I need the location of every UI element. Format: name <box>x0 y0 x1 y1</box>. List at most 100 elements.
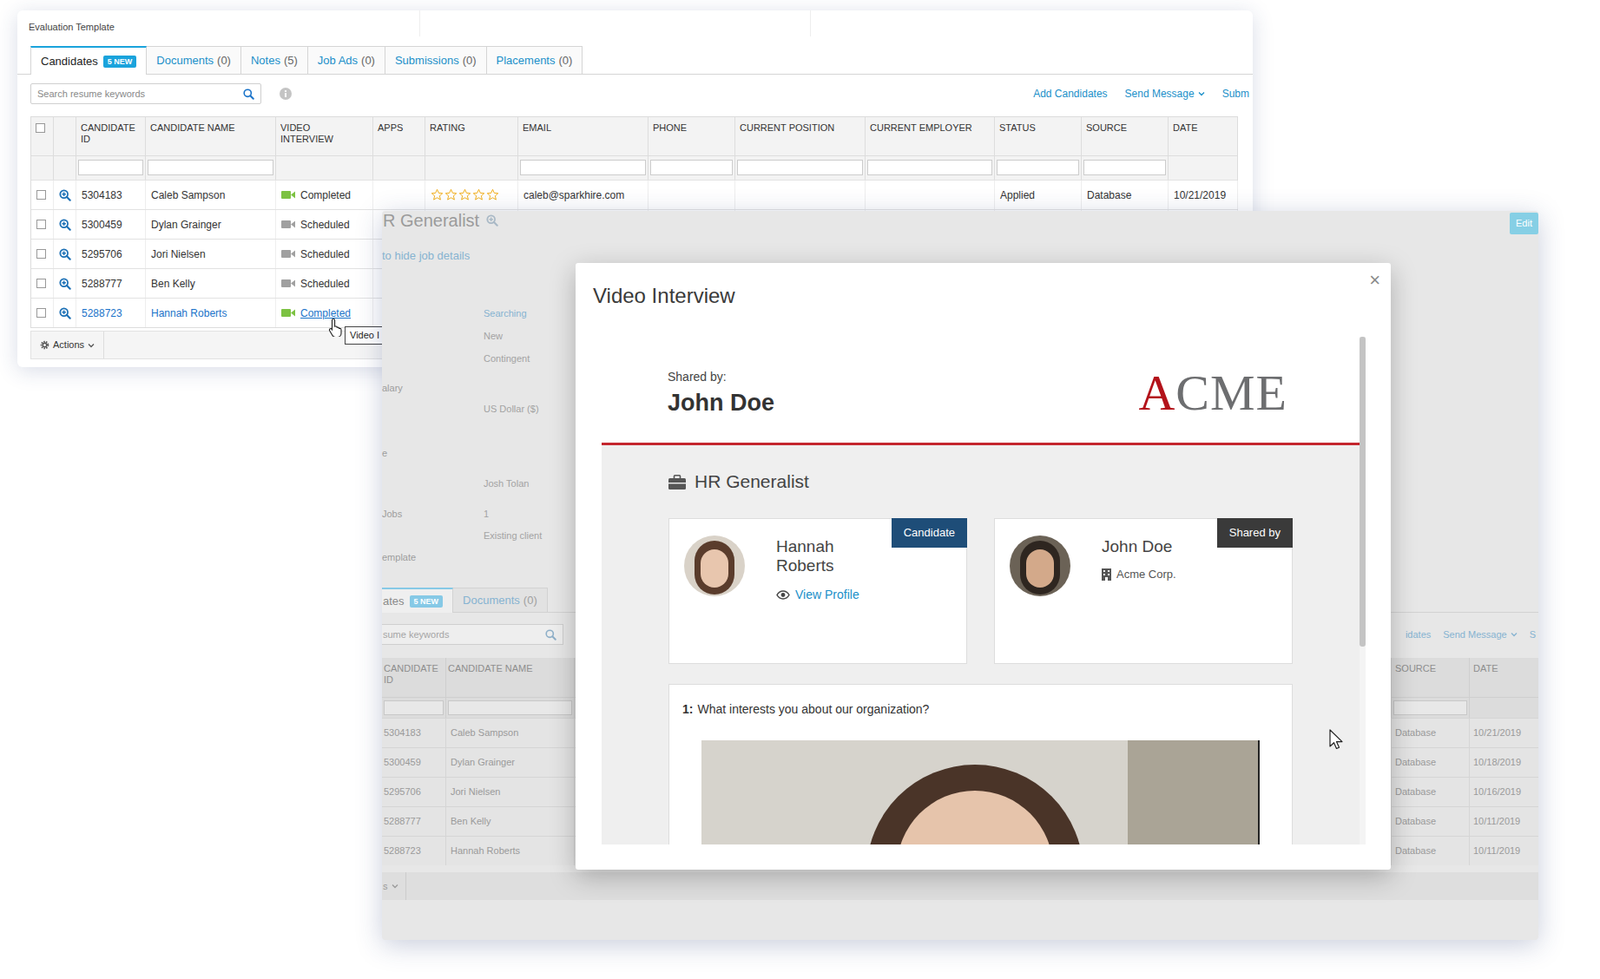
column-header[interactable]: SOURCE <box>1086 122 1164 134</box>
row-checkbox[interactable] <box>36 190 47 200</box>
column-header[interactable]: VIDEO INTERVIEW <box>280 122 342 145</box>
cell-text[interactable]: caleb@sparkhire.com <box>523 187 625 204</box>
filter-input[interactable] <box>78 159 144 176</box>
tab[interactable]: Candidates5 NEW <box>30 46 147 75</box>
filter-input[interactable] <box>650 159 733 176</box>
toolbar-label: Add Candidates <box>1033 85 1107 102</box>
toolbar-button[interactable]: Add Candidates <box>1033 85 1107 102</box>
view-profile-link[interactable]: View Profile <box>776 586 885 604</box>
row-checkbox[interactable] <box>36 308 47 318</box>
field-value[interactable]: Searching <box>483 302 527 325</box>
cell-text: 10/18/2019 <box>1473 755 1521 771</box>
column-header[interactable]: DATE <box>1473 663 1535 675</box>
column-header[interactable]: SOURCE <box>1395 663 1466 675</box>
video-status-link[interactable]: Completed <box>300 305 351 322</box>
search-input[interactable] <box>37 86 244 102</box>
cell-text[interactable]: Jori Nielsen <box>151 246 206 263</box>
column-header[interactable]: CANDIDATE ID <box>383 663 444 686</box>
tab[interactable]: Submissions(0) <box>385 46 488 74</box>
table-cell: 5295706 <box>381 777 447 807</box>
filter-input[interactable] <box>520 159 646 176</box>
tab[interactable]: Notes(5) <box>241 46 309 74</box>
cell-text[interactable]: Caleb Sampson <box>151 187 225 204</box>
column-header[interactable]: DATE <box>1172 122 1233 134</box>
desktop: Evaluation TemplateCandidates5 NEWDocume… <box>0 0 1600 979</box>
cell-text[interactable]: Dylan Grainger <box>450 755 515 771</box>
table-cell: 10/16/2019 <box>1468 777 1539 807</box>
cell-text[interactable]: Hannah Roberts <box>151 305 227 322</box>
cell-text[interactable]: Jori Nielsen <box>450 784 501 800</box>
rating-stars[interactable] <box>430 188 500 202</box>
video-status-link[interactable]: Scheduled <box>300 246 350 263</box>
column-header[interactable]: RATING <box>429 122 514 134</box>
filter-input[interactable] <box>383 700 444 716</box>
video-status-link[interactable]: Completed <box>300 187 351 204</box>
filter-input[interactable] <box>1393 700 1468 716</box>
close-button[interactable]: × <box>1369 269 1381 291</box>
tab[interactable]: Placements(0) <box>487 46 584 74</box>
cell-text: 5300459 <box>81 217 123 233</box>
video-status-link[interactable]: Scheduled <box>300 276 350 292</box>
cell-text: 5304183 <box>81 187 123 204</box>
people-cards: Hannah RobertsView ProfileCandidateJohn … <box>668 518 1293 665</box>
cell-text[interactable]: Caleb Sampson <box>450 725 519 741</box>
cell-text: Database <box>1395 784 1436 800</box>
cell-text[interactable]: Hannah Roberts <box>450 843 521 859</box>
tab[interactable]: Documents(0) <box>453 587 548 613</box>
tab[interactable]: Documents(0) <box>146 46 242 74</box>
column-header[interactable]: PHONE <box>652 122 731 134</box>
tab-label: Documents <box>462 592 521 610</box>
cell-text: 10/21/2019 <box>1173 187 1226 204</box>
tab[interactable]: Job Ads(0) <box>308 46 386 74</box>
shared-by-name: John Doe <box>667 388 775 418</box>
column-header[interactable]: CURRENT EMPLOYER <box>869 122 990 134</box>
column-header[interactable]: CANDIDATE NAME <box>447 663 573 675</box>
column-header[interactable]: STATUS <box>999 122 1077 134</box>
column-header[interactable]: APPS <box>377 122 421 134</box>
column-header[interactable]: CANDIDATE ID <box>80 122 141 145</box>
edit-button[interactable]: Edit <box>1509 212 1539 235</box>
filter-input[interactable] <box>867 159 993 176</box>
cell-text[interactable]: Dylan Grainger <box>151 217 222 233</box>
search-input[interactable] <box>382 627 546 643</box>
column-header[interactable]: EMAIL <box>522 122 644 134</box>
actions-button[interactable]: Actions <box>31 331 105 359</box>
question-number: 1: <box>682 700 693 718</box>
filter-input[interactable] <box>1083 159 1166 176</box>
tab[interactable]: ates5 NEW <box>381 587 454 613</box>
filter-input[interactable] <box>447 700 573 716</box>
actions-button[interactable]: s <box>381 872 407 901</box>
cell-text[interactable]: Ben Kelly <box>450 814 491 830</box>
row-checkbox[interactable] <box>36 278 47 289</box>
cell-text: 5300459 <box>383 755 422 771</box>
row-checkbox[interactable] <box>36 219 47 230</box>
job-header: R Generalist Edit <box>381 210 1539 234</box>
field-label <box>381 397 484 442</box>
field-value: 1 <box>483 502 489 525</box>
filter-input[interactable] <box>996 159 1080 176</box>
video-interview-modal: Video Interview×Shared by:John DoeACMEHR… <box>575 263 1391 870</box>
filter-input[interactable] <box>737 159 863 176</box>
cell-text: Database <box>1395 814 1436 830</box>
video-status-link[interactable]: Scheduled <box>300 217 350 233</box>
toolbar-button[interactable]: Send Message <box>1125 85 1205 102</box>
toolbar-button[interactable]: Send Message <box>1442 627 1517 643</box>
column-header[interactable]: CANDIDATE NAME <box>150 122 271 134</box>
star-icon <box>458 188 472 202</box>
company-name: Acme Corp. <box>1116 566 1177 584</box>
select-all-checkbox[interactable] <box>35 123 46 133</box>
scrollbar-thumb[interactable] <box>1359 336 1366 647</box>
toolbar-label: idates <box>1405 627 1431 643</box>
filter-input[interactable] <box>147 159 274 176</box>
field-label <box>381 302 484 325</box>
toolbar-button[interactable]: idates <box>1405 627 1431 643</box>
toolbar-button[interactable]: Subm <box>1222 85 1250 102</box>
scrollbar[interactable] <box>1359 336 1366 845</box>
cell-text[interactable]: Ben Kelly <box>151 276 196 292</box>
job-title-group: R Generalist <box>381 210 499 231</box>
column-header[interactable]: CURRENT POSITION <box>739 122 861 134</box>
row-checkbox[interactable] <box>36 249 47 259</box>
hide-details-link[interactable]: to hide job details <box>381 247 1539 265</box>
toolbar-button[interactable]: S <box>1529 627 1536 643</box>
video-player[interactable] <box>701 740 1260 845</box>
